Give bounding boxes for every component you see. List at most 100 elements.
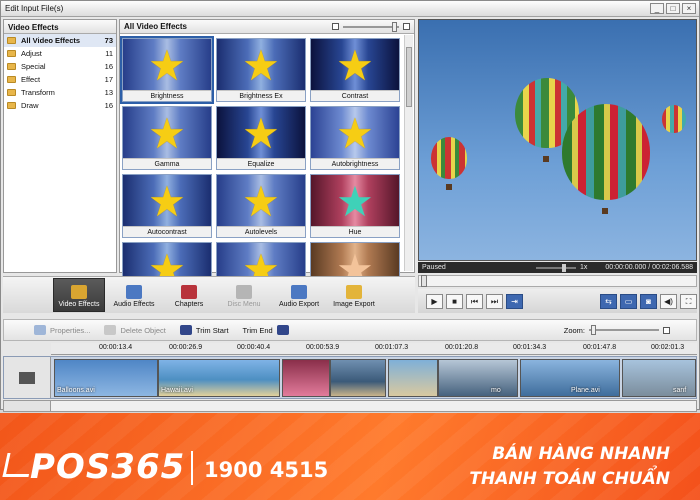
folder-icon [7, 102, 16, 109]
category-label: Transform [21, 88, 55, 97]
slogan-line-1: BÁN HÀNG NHANH [492, 444, 670, 464]
video-effects-button[interactable]: Video Effects [53, 278, 105, 312]
button-label: Image Export [333, 301, 375, 308]
effect-tile-contrast[interactable]: ★ Contrast [310, 38, 400, 102]
effect-label: Autobrightness [311, 158, 399, 169]
effect-tile-brightness[interactable]: ★ Brightness [120, 36, 214, 104]
category-adjust[interactable]: Adjust 11 [4, 47, 116, 60]
star-icon: ★ [148, 178, 186, 225]
category-all-video-effects[interactable]: All Video Effects 73 [4, 34, 116, 47]
effect-label: Autocontrast [123, 226, 211, 237]
effects-toolbar: Video Effects Audio Effects Chapters Dis… [3, 276, 415, 313]
timeline-clip[interactable]: sanf [622, 359, 696, 397]
chapters-button[interactable]: Chapters [163, 278, 215, 312]
effect-tile-autolevels[interactable]: ★ Autolevels [216, 174, 306, 238]
minimize-button[interactable]: _ [650, 3, 664, 14]
star-icon: ★ [242, 110, 280, 157]
maximize-button[interactable]: □ [666, 3, 680, 14]
star-icon: ★ [336, 42, 374, 89]
disc-menu-icon [236, 285, 252, 299]
playback-time: 00:00:00.000 / 00:02:06.588 [605, 264, 693, 271]
category-label: Special [21, 62, 46, 71]
thumbnail-size-slider[interactable] [343, 21, 399, 32]
snapshot-camera-icon[interactable]: ◙ [640, 293, 657, 309]
folder-icon [7, 63, 16, 70]
play-icon[interactable]: ▶ [426, 293, 443, 309]
timeline-ruler[interactable]: 00:00:13.4 00:00:26.9 00:00:40.4 00:00:5… [51, 343, 697, 355]
balloon-basket [446, 184, 452, 190]
timeline-clip[interactable] [330, 359, 386, 397]
split-icon[interactable]: ⇆ [600, 293, 617, 309]
jump-to-end-icon[interactable]: ⇥ [506, 293, 523, 309]
previous-frame-icon[interactable]: ⏮ [466, 293, 483, 309]
effect-tile-brightness-ex[interactable]: ★ Brightness Ex [216, 38, 306, 102]
effects-header: All Video Effects [120, 20, 414, 34]
audio-track[interactable] [3, 400, 697, 412]
stop-icon[interactable]: ■ [446, 293, 463, 309]
trim-start-button[interactable]: Trim Start [179, 325, 229, 335]
category-count: 17 [104, 75, 113, 84]
category-count: 16 [104, 101, 113, 110]
timeline-clip[interactable] [388, 359, 438, 397]
seek-handle[interactable] [421, 275, 427, 287]
effect-tile-hue[interactable]: ★ Hue [310, 174, 400, 238]
video-effects-icon [71, 285, 87, 299]
category-special[interactable]: Special 16 [4, 60, 116, 73]
zoom-fit-icon[interactable] [663, 326, 670, 334]
effect-label: Equalize [217, 158, 305, 169]
category-effect[interactable]: Effect 17 [4, 73, 116, 86]
next-frame-icon[interactable]: ⏭ [486, 293, 503, 309]
audio-effects-button[interactable]: Audio Effects [108, 278, 160, 312]
volume-icon[interactable]: ◀) [660, 293, 677, 309]
button-label: Chapters [174, 301, 204, 308]
timeline-tick: 00:00:40.4 [237, 344, 271, 351]
edit-input-files-window: Edit Input File(s) _ □ × Video Effects A… [0, 0, 700, 412]
large-view-icon[interactable] [403, 23, 410, 30]
category-label: All Video Effects [21, 36, 81, 45]
properties-button[interactable]: Properties... [34, 325, 90, 335]
speed-slider[interactable] [536, 263, 576, 272]
category-label: Adjust [21, 49, 42, 58]
button-label: Audio Effects [113, 301, 155, 308]
audio-export-button[interactable]: Audio Export [273, 278, 325, 312]
fullscreen-icon[interactable]: ⛶ [680, 293, 697, 309]
button-label: Trim Start [195, 325, 229, 335]
small-view-icon[interactable] [332, 23, 339, 30]
effect-tile-autobrightness[interactable]: ★ Autobrightness [310, 106, 400, 170]
effect-tile-autocontrast[interactable]: ★ Autocontrast [122, 174, 212, 238]
effect-tile-equalize[interactable]: ★ Equalize [216, 106, 306, 170]
effect-tile-gamma[interactable]: ★ Gamma [122, 106, 212, 170]
timeline-tick: 00:00:13.4 [99, 344, 133, 351]
image-export-button[interactable]: Image Export [328, 278, 380, 312]
scrollbar-thumb[interactable] [406, 47, 412, 107]
video-preview[interactable] [418, 19, 697, 261]
close-button[interactable]: × [682, 3, 696, 14]
timeline-edit-toolbar: Properties... Delete Object Trim Start T… [3, 319, 697, 341]
chapters-icon [181, 285, 197, 299]
properties-icon [34, 325, 46, 335]
timeline-clip[interactable]: Balloons.avi [54, 359, 158, 397]
category-label: Draw [21, 101, 39, 110]
button-label: Video Effects [58, 301, 100, 308]
delete-object-button[interactable]: Delete Object [104, 325, 166, 335]
timeline-tick: 00:02:01.3 [651, 344, 685, 351]
button-label: Trim End [242, 325, 273, 335]
category-transform[interactable]: Transform 13 [4, 86, 116, 99]
monitor-icon[interactable]: ▭ [620, 293, 637, 309]
timeline-clip[interactable] [282, 359, 330, 397]
timeline-tick: 00:01:07.3 [375, 344, 409, 351]
disc-menu-button[interactable]: Disc Menu [218, 278, 270, 312]
zoom-slider[interactable] [589, 325, 659, 335]
hotline-number: 1900 4515 [204, 458, 329, 482]
category-count: 16 [104, 62, 113, 71]
effects-scrollbar[interactable] [404, 35, 413, 271]
trim-end-button[interactable]: Trim End [243, 325, 289, 335]
clip-label: mo [491, 387, 501, 394]
seek-bar[interactable] [418, 275, 697, 287]
timeline-clip[interactable]: Hawaii.avi [158, 359, 280, 397]
slider-knob[interactable] [392, 21, 397, 32]
category-draw[interactable]: Draw 16 [4, 99, 116, 112]
timeline-clip[interactable]: mo [438, 359, 518, 397]
timeline-clip[interactable]: Plane.avi [520, 359, 620, 397]
delete-icon [104, 325, 117, 335]
